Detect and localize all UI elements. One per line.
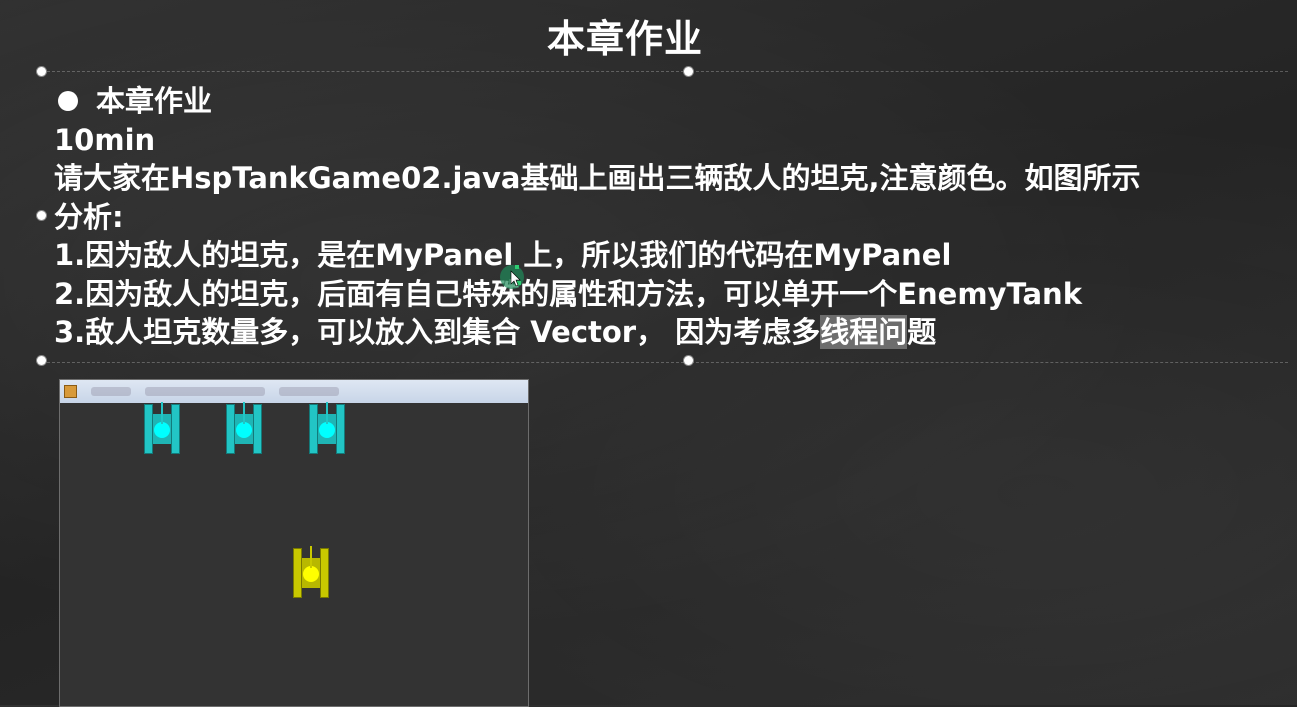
slide-title: 本章作业 <box>546 17 703 61</box>
resize-handle-bottom-left[interactable] <box>37 356 46 365</box>
resize-handle-bottom-middle[interactable] <box>684 356 693 365</box>
point-3-text: 3.敌人坦克数量多，可以放入到集合 Vector， 因为考虑多 <box>54 315 821 349</box>
text-line-task: 请大家在HspTankGame02.java基础上画出三辆敌人的坦克,注意颜色。… <box>54 161 1141 195</box>
titlebar-blur <box>91 387 131 396</box>
text-line-analysis: 分析: <box>54 199 124 234</box>
game-window-titlebar <box>60 380 528 403</box>
titlebar-blur <box>279 387 339 396</box>
text-line-point-1: 1.因为敌人的坦克，是在MyPanel 上，所以我们的代码在MyPanel <box>54 238 952 272</box>
enemy-tank-3 <box>309 402 345 454</box>
resize-handle-top-middle[interactable] <box>684 67 693 76</box>
bullet-dot-icon <box>58 91 78 112</box>
game-window-screenshot <box>59 379 529 707</box>
bullet-heading-row: 本章作业 <box>54 82 1140 121</box>
point-3-tail: 题 <box>907 315 937 349</box>
text-line-point-2: 2.因为敌人的坦克，后面有自己特殊的属性和方法，可以单开一个EnemyTank <box>54 276 1082 311</box>
resize-handle-middle-left[interactable] <box>37 211 46 220</box>
text-line-point-3: 3.敌人坦克数量多，可以放入到集合 Vector， 因为考虑多线程问题 <box>54 313 1140 352</box>
player-tank <box>293 546 329 598</box>
enemy-tank-1 <box>144 402 180 454</box>
text-line-time: 10min <box>54 122 156 157</box>
selected-text-highlight[interactable]: 线程问 <box>820 315 908 349</box>
mouse-cursor-icon <box>500 265 524 289</box>
java-app-icon <box>64 385 77 398</box>
bullet-heading: 本章作业 <box>96 84 213 118</box>
slide-body-text[interactable]: 本章作业 10min 请大家在HspTankGame02.java基础上画出三辆… <box>54 82 1140 352</box>
titlebar-blur <box>145 387 265 396</box>
resize-handle-top-left[interactable] <box>37 67 46 76</box>
enemy-tank-2 <box>226 402 262 454</box>
